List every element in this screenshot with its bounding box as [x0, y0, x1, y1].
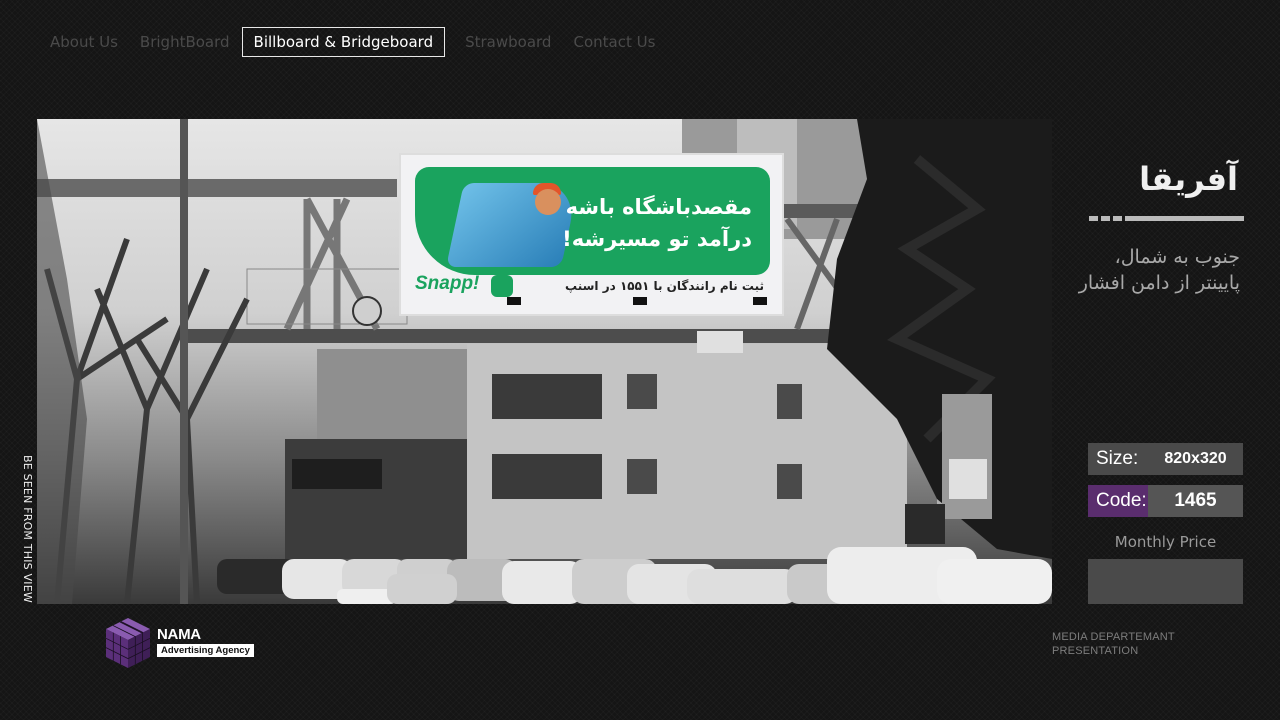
- cube-logo-icon: [105, 618, 151, 668]
- billboard-green-panel: مقصدباشگاه باشه درآمد تو مسیرشه!: [415, 167, 770, 275]
- be-seen-vertical-label: BE SEEN FROM THIS VIEW: [21, 455, 34, 603]
- code-value: 1465: [1148, 485, 1243, 517]
- snapp-logo: Snapp!: [415, 273, 480, 294]
- nav-about-us[interactable]: About Us: [40, 28, 128, 56]
- billboard-headline-2: درآمد تو مسیرشه!: [562, 227, 752, 251]
- title-divider: [1089, 216, 1244, 221]
- billboard-lamp: [753, 297, 767, 305]
- billboard-lamp: [633, 297, 647, 305]
- billboard-photo: مقصدباشگاه باشه درآمد تو مسیرشه! Snapp! …: [37, 119, 1052, 604]
- size-value: 820x320: [1148, 443, 1243, 475]
- snapp-app-icon: [491, 275, 513, 297]
- size-row: Size: 820x320: [1088, 443, 1243, 475]
- location-description-line1: جنوب به شمال،: [1114, 246, 1240, 268]
- billboard-headline-1: مقصدباشگاه باشه: [565, 195, 752, 219]
- logo-tagline: Advertising Agency: [157, 644, 254, 657]
- main-nav: About Us BrightBoard Billboard & Bridgeb…: [40, 27, 667, 57]
- location-title: آفریقا: [1139, 160, 1238, 198]
- footer-line2: PRESENTATION: [1052, 645, 1139, 657]
- nav-strawboard[interactable]: Strawboard: [455, 28, 561, 56]
- billboard-register-text: ثبت نام رانندگان با ۱۵۵۱ در اسنپ: [565, 279, 764, 293]
- billboard-advertisement: مقصدباشگاه باشه درآمد تو مسیرشه! Snapp! …: [399, 153, 784, 316]
- footer-note: MEDIA DEPARTEMANT PRESENTATION: [1052, 630, 1175, 658]
- nav-billboard-bridgeboard[interactable]: Billboard & Bridgeboard: [241, 27, 446, 57]
- code-label: Code:: [1088, 485, 1148, 517]
- nav-brightboard[interactable]: BrightBoard: [130, 28, 240, 56]
- monthly-price-value: [1088, 559, 1243, 604]
- billboard-lamp: [507, 297, 521, 305]
- size-label: Size:: [1088, 443, 1148, 475]
- nama-agahi-logo: NAMA AGAHI Advertising Agency: [104, 616, 254, 670]
- footer-line1: MEDIA DEPARTEMANT: [1052, 631, 1175, 643]
- code-row: Code: 1465: [1088, 485, 1243, 517]
- driver-head: [535, 189, 561, 215]
- location-description: جنوب به شمال، پایینتر از دامن افشار: [1040, 244, 1240, 296]
- location-description-line2: پایینتر از دامن افشار: [1078, 272, 1240, 294]
- monthly-price-label: Monthly Price: [1114, 533, 1217, 551]
- nav-contact-us[interactable]: Contact Us: [563, 28, 665, 56]
